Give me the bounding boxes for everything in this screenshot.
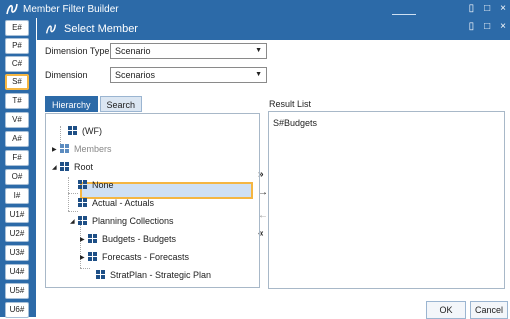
tree-node-label: Members xyxy=(74,144,112,154)
close-icon[interactable]: × xyxy=(500,18,506,36)
dimension-select[interactable]: Scenarios ▼ xyxy=(110,67,267,83)
member-node-icon xyxy=(68,126,77,135)
select-member-dialog: Select Member ▯ □ × Dimension Type Scena… xyxy=(37,18,510,319)
tree-node-label: Budgets - Budgets xyxy=(102,234,177,244)
tree-node-forecasts[interactable]: ▶ Forecasts - Forecasts xyxy=(80,250,189,264)
token-button-u6[interactable]: U6# xyxy=(5,302,29,318)
tree-connector xyxy=(68,177,69,211)
token-button-u2[interactable]: U2# xyxy=(5,226,29,242)
tree-node-planning-collections[interactable]: ◢ Planning Collections xyxy=(70,214,174,228)
outer-title-bar: Member Filter Builder ▯ □ × xyxy=(0,0,510,18)
token-button-o[interactable]: O# xyxy=(5,169,29,185)
expand-expanded-icon[interactable]: ◢ xyxy=(52,164,60,171)
member-node-icon xyxy=(60,144,69,153)
cancel-button[interactable]: Cancel xyxy=(470,301,508,319)
token-button-s[interactable]: S# xyxy=(5,74,29,90)
token-button-u1[interactable]: U1# xyxy=(5,207,29,223)
tree-node-members[interactable]: ▶ Members xyxy=(52,142,112,156)
dialog-title-bar: Select Member ▯ □ × xyxy=(37,18,510,40)
app-logo-icon xyxy=(45,24,57,34)
token-button-p[interactable]: P# xyxy=(5,38,29,54)
expand-expanded-icon[interactable]: ◢ xyxy=(70,218,78,225)
maximize-icon[interactable]: □ xyxy=(484,18,490,36)
token-button-i[interactable]: I# xyxy=(5,188,29,204)
member-node-icon xyxy=(78,216,87,225)
tree-node-label: Root xyxy=(74,162,94,172)
chevron-down-icon: ▼ xyxy=(255,47,262,54)
hierarchy-tree: (WF) ▶ Members ◢ Root None Actual - Actu… xyxy=(45,113,260,288)
expand-collapsed-icon[interactable]: ▶ xyxy=(80,236,88,243)
maximize-icon[interactable]: □ xyxy=(484,0,490,18)
member-node-icon xyxy=(78,180,87,189)
tree-connector xyxy=(68,193,78,194)
token-button-u4[interactable]: U4# xyxy=(5,264,29,280)
tree-node-label: Actual - Actuals xyxy=(92,198,155,208)
member-tabs: Hierarchy Search xyxy=(45,96,144,114)
tree-node-none[interactable]: None xyxy=(70,178,114,192)
restore-icon[interactable]: ▯ xyxy=(469,0,475,18)
token-button-e[interactable]: E# xyxy=(5,20,29,36)
ok-button[interactable]: OK xyxy=(426,301,466,319)
dimension-type-label: Dimension Type xyxy=(45,46,110,56)
tab-hierarchy[interactable]: Hierarchy xyxy=(45,96,98,112)
dimension-type-value: Scenario xyxy=(115,46,151,56)
dialog-window-controls: ▯ □ × xyxy=(469,18,506,36)
tree-node-label: Planning Collections xyxy=(92,216,174,226)
token-button-f[interactable]: F# xyxy=(5,150,29,166)
tree-node-stratplan[interactable]: StratPlan - Strategic Plan xyxy=(88,268,211,282)
dimension-token-strip: E# P# C# S# T# V# A# F# O# I# U1# U2# U3… xyxy=(0,18,36,318)
result-list[interactable]: S#Budgets xyxy=(268,111,505,289)
tree-node-label: Forecasts - Forecasts xyxy=(102,252,190,262)
member-node-icon xyxy=(60,162,69,171)
restore-icon[interactable]: ▯ xyxy=(469,18,475,36)
close-icon[interactable]: × xyxy=(500,0,506,18)
tree-node-label: StratPlan - Strategic Plan xyxy=(110,270,212,280)
result-item[interactable]: S#Budgets xyxy=(273,118,317,128)
tree-node-wf[interactable]: (WF) xyxy=(60,124,102,138)
token-button-u3[interactable]: U3# xyxy=(5,245,29,261)
token-button-u5[interactable]: U5# xyxy=(5,283,29,299)
tree-node-actual[interactable]: Actual - Actuals xyxy=(70,196,154,210)
dimension-value: Scenarios xyxy=(115,70,156,80)
dialog-title: Select Member xyxy=(64,23,138,35)
tree-node-budgets[interactable]: ▶ Budgets - Budgets xyxy=(80,232,176,246)
outer-window-title: Member Filter Builder xyxy=(23,3,119,15)
result-list-label: Result List xyxy=(269,99,312,109)
expand-collapsed-icon[interactable]: ▶ xyxy=(52,146,60,153)
tree-node-root[interactable]: ◢ Root xyxy=(52,160,93,174)
outer-window-controls: ▯ □ × xyxy=(469,0,506,18)
tree-connector xyxy=(68,211,78,212)
chevron-down-icon: ▼ xyxy=(255,71,262,78)
tree-node-label: (WF) xyxy=(82,126,102,136)
app-logo-icon xyxy=(6,3,18,15)
member-node-icon xyxy=(88,252,97,261)
member-node-icon xyxy=(88,234,97,243)
member-node-icon xyxy=(96,270,105,279)
dimension-type-select[interactable]: Scenario ▼ xyxy=(110,43,267,59)
token-button-a[interactable]: A# xyxy=(5,131,29,147)
expand-collapsed-icon[interactable]: ▶ xyxy=(80,254,88,261)
title-divider xyxy=(392,14,416,15)
token-button-c[interactable]: C# xyxy=(5,56,29,72)
token-button-v[interactable]: V# xyxy=(5,112,29,128)
dimension-label: Dimension xyxy=(45,70,88,80)
member-node-icon xyxy=(78,198,87,207)
tree-node-label: None xyxy=(92,180,114,190)
token-button-t[interactable]: T# xyxy=(5,93,29,109)
tab-search[interactable]: Search xyxy=(99,96,143,112)
